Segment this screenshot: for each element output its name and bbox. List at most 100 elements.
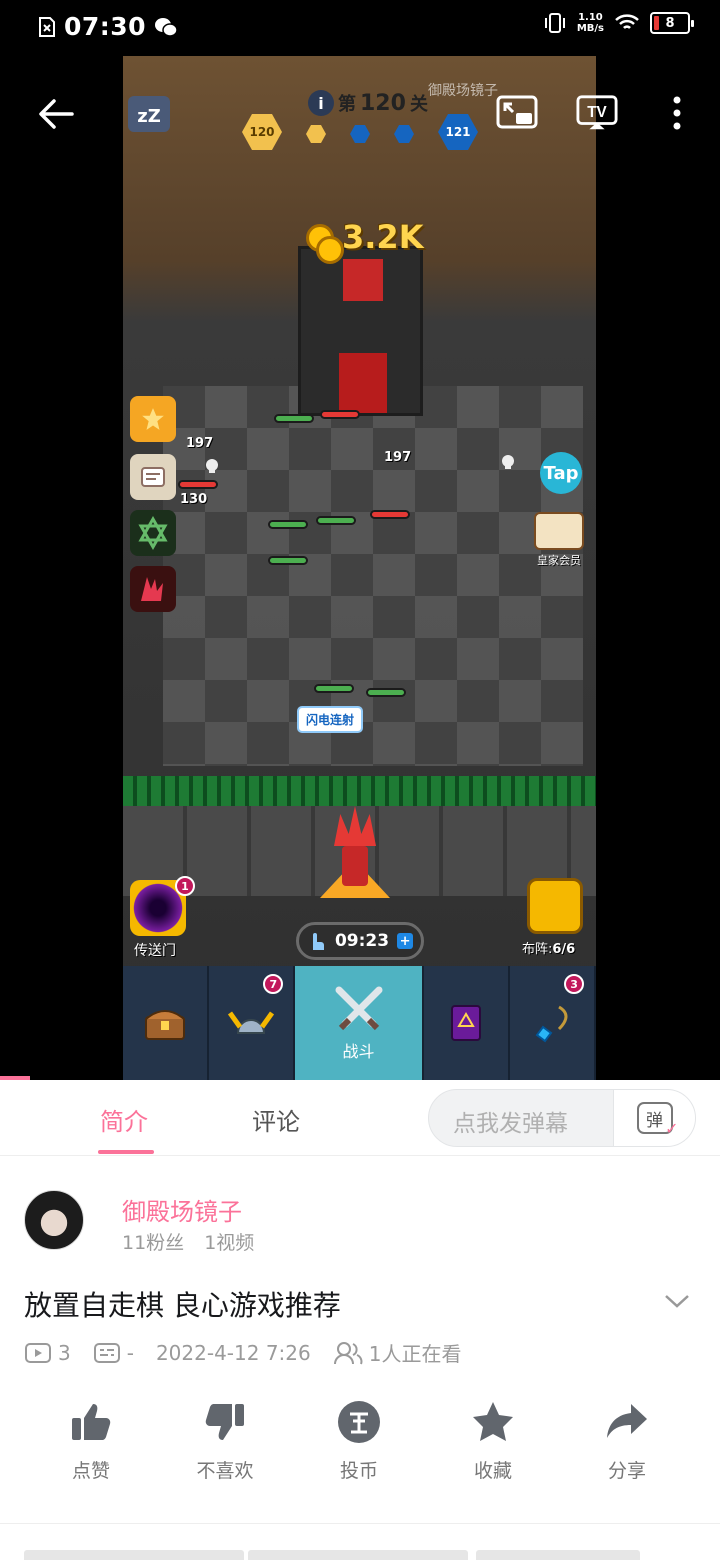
- info-icon: i: [308, 90, 334, 116]
- picture-in-picture-icon: [496, 95, 538, 129]
- recommendation-peek: [24, 1550, 244, 1560]
- danmaku-input[interactable]: 点我发弹幕: [453, 1104, 568, 1138]
- thumbs-up-icon: [72, 1404, 111, 1440]
- publish-date: 2022-4-12 7:26: [155, 1340, 311, 1365]
- chevron-down-icon[interactable]: [662, 1286, 692, 1316]
- tv-cast-icon: TV: [576, 95, 618, 130]
- more-menu-button[interactable]: [656, 92, 698, 134]
- recommendation-peek: [248, 1550, 468, 1560]
- game-tab-bar: 7 战斗 3: [123, 966, 597, 1080]
- video-meta: 3 - 2022-4-12 7:26 1人正在看: [24, 1338, 483, 1367]
- hand-pointer-icon: [312, 933, 324, 950]
- player-top-controls: TV: [496, 92, 698, 134]
- more-vertical-icon: [673, 96, 681, 130]
- battle-timer: 09:23 +: [296, 922, 424, 960]
- video-player[interactable]: TV zZ i 第 120 关 御殿场镜子 120 121 3.2K 197 197…: [0, 56, 720, 1080]
- watching-count: 1人正在看: [368, 1342, 462, 1366]
- skull-icon: [502, 455, 514, 469]
- tab-intro[interactable]: 简介: [100, 1102, 148, 1137]
- favorite-button[interactable]: 收藏: [438, 1400, 548, 1483]
- health-bar: [178, 480, 218, 489]
- vibrate-icon: [544, 13, 565, 33]
- chess-board: [163, 386, 583, 766]
- wifi-icon: [615, 14, 639, 29]
- portal-label: 传送门: [134, 943, 176, 959]
- clock: 07:30: [64, 12, 147, 41]
- health-bar: [370, 510, 410, 519]
- health-bar: [274, 414, 314, 423]
- sim-off-icon: [39, 16, 55, 37]
- add-time-icon: +: [397, 933, 414, 949]
- star-icon: [473, 1402, 513, 1441]
- game-tab-chest: [123, 966, 210, 1080]
- formation-label: 布阵:6/6: [522, 942, 576, 957]
- scroll-button: [130, 454, 176, 500]
- royal-card-icon: [534, 512, 584, 550]
- game-tab-book: [424, 966, 510, 1080]
- royal-member-button: 皇家会员: [534, 512, 584, 568]
- action-bar: 点赞 不喜欢 投币 收藏 分享: [0, 1400, 720, 1510]
- uploader-stats: 11粉丝 1视频: [122, 1228, 254, 1255]
- coin-button[interactable]: 投币: [304, 1400, 414, 1483]
- back-arrow-icon[interactable]: [36, 94, 76, 134]
- star-icon: [142, 408, 164, 430]
- ally-hp-value: 130: [180, 492, 208, 507]
- danmaku-toggle-button[interactable]: 弹 ✓: [613, 1090, 695, 1146]
- formation-button: [527, 878, 583, 934]
- game-tab-helmet: 7: [209, 966, 296, 1080]
- hexagram-button: [130, 510, 176, 556]
- svg-text:zZ: zZ: [137, 106, 161, 127]
- hexagram-icon: [138, 516, 168, 550]
- share-button[interactable]: 分享: [572, 1400, 682, 1483]
- skill-tooltip: 闪电连射: [297, 706, 364, 733]
- health-bar: [268, 556, 308, 565]
- cast-tv-button[interactable]: TV: [576, 92, 618, 134]
- game-tab-battle: 战斗: [295, 966, 424, 1080]
- hero-character: [320, 806, 390, 916]
- battery-indicator: 8: [650, 12, 694, 34]
- game-tab-amulet: 3: [510, 966, 597, 1080]
- coin-icon: [338, 1401, 380, 1443]
- danmaku-icon: 弹 ✓: [636, 1102, 679, 1138]
- coin-icon: [316, 236, 344, 264]
- net-speed: 1.10 MB/s: [576, 12, 604, 34]
- rail-track: [123, 776, 596, 806]
- notification-badge: 3: [564, 974, 585, 994]
- health-bar: [320, 410, 360, 419]
- section-divider: [0, 1523, 720, 1524]
- recommendation-peek: [476, 1550, 640, 1560]
- danmaku-input-bar[interactable]: 点我发弹幕 弹 ✓: [428, 1089, 696, 1147]
- pip-button[interactable]: [496, 92, 538, 134]
- danmaku-count-icon: [93, 1342, 120, 1363]
- video-title: 放置自走棋 良心游戏推荐: [24, 1289, 341, 1322]
- viewers-icon: [333, 1341, 363, 1364]
- info-tabs: 简介 评论 点我发弹幕 弹 ✓: [0, 1080, 720, 1156]
- castle-door: [339, 353, 387, 413]
- fans-count: 11粉丝: [122, 1232, 185, 1254]
- uploader-name[interactable]: 御殿场镜子: [122, 1192, 242, 1227]
- dislike-button[interactable]: 不喜欢: [170, 1400, 280, 1483]
- winged-helmet-icon: [228, 1011, 275, 1034]
- danmaku-count: -: [126, 1340, 134, 1365]
- play-count: 3: [58, 1340, 71, 1365]
- like-button[interactable]: 点赞: [36, 1400, 146, 1483]
- enemy-hp-value: 197: [384, 450, 412, 465]
- videos-count: 1视频: [204, 1232, 255, 1254]
- health-bar: [314, 684, 354, 693]
- castle-banner: [343, 259, 383, 301]
- scroll-icon: [141, 467, 165, 487]
- spell-book-icon: [450, 1005, 481, 1041]
- health-bar: [366, 688, 406, 697]
- svg-text:TV: TV: [587, 104, 607, 121]
- health-bar: [268, 520, 308, 529]
- status-bar: 07:30 1.10 MB/s 8: [0, 0, 720, 56]
- level-title: i 第 120 关: [308, 90, 428, 116]
- tab-comments[interactable]: 评论: [252, 1102, 300, 1137]
- crossed-swords-icon: [335, 986, 382, 1031]
- active-tab-indicator: [98, 1150, 154, 1154]
- uploader-avatar[interactable]: [24, 1190, 84, 1250]
- claw-button: [130, 566, 176, 612]
- star-upgrade-button: [130, 396, 176, 442]
- treasure-chest-icon: [145, 1010, 186, 1040]
- enemy-castle: [298, 246, 423, 416]
